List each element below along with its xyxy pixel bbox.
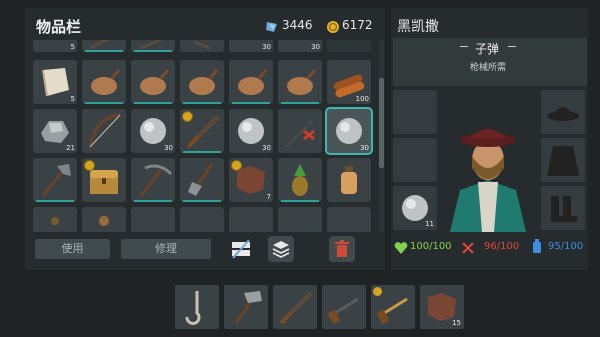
inventory-slot[interactable] — [131, 158, 175, 202]
waterskin-icon — [91, 69, 121, 95]
inventory-slot[interactable]: 5 — [33, 60, 77, 104]
character-portrait — [440, 120, 536, 232]
equip-slot-left-1[interactable] — [393, 90, 437, 134]
inventory-slot[interactable] — [131, 40, 175, 52]
stack-layers-icon[interactable] — [268, 236, 294, 262]
waterskin-icon — [189, 69, 219, 95]
waterskin-icon — [238, 69, 268, 95]
broken-musket-icon — [284, 119, 315, 149]
repair-button[interactable]: 修理 — [121, 239, 211, 259]
inventory-slot[interactable] — [327, 207, 371, 232]
shovel-icon — [188, 163, 214, 196]
health-icon — [394, 240, 408, 254]
inventory-scrollbar[interactable] — [379, 40, 384, 232]
inventory-slot[interactable] — [180, 109, 224, 153]
equip-slot-body[interactable] — [541, 138, 585, 182]
coat-icon — [547, 146, 579, 176]
inventory-slot[interactable] — [82, 40, 126, 52]
inventory-title: 物品栏 — [36, 18, 82, 36]
divider — [508, 46, 516, 47]
equip-slot-feet[interactable] — [541, 186, 585, 230]
inventory-slot[interactable] — [278, 60, 322, 104]
inventory-slot[interactable]: 21 — [33, 109, 77, 153]
divider — [460, 46, 468, 47]
inventory-slot[interactable] — [82, 60, 126, 104]
hunger-value: 96/100 — [484, 241, 520, 252]
hotbar-slot-5[interactable] — [371, 285, 415, 329]
thirst-value: 95/100 — [548, 241, 584, 252]
hotbar-slot-4[interactable] — [322, 285, 366, 329]
lantern-icon — [341, 166, 357, 194]
inventory-slot[interactable] — [180, 60, 224, 104]
selected-item-desc: 枪械所需 — [470, 63, 507, 73]
inventory-slot[interactable] — [278, 207, 322, 232]
hat-icon — [547, 107, 579, 121]
scrollbar-thumb[interactable] — [379, 78, 384, 168]
inventory-slot[interactable] — [82, 109, 126, 153]
rarity-badge-icon — [373, 287, 382, 296]
boots-icon — [551, 196, 577, 222]
inventory-slot[interactable] — [278, 158, 322, 202]
inventory-slot[interactable]: 30 — [278, 40, 322, 52]
equip-slot-head[interactable] — [541, 90, 585, 134]
selected-item-name: 子弹 — [475, 42, 500, 56]
waterskin-icon — [140, 69, 170, 95]
inventory-slot[interactable]: 100 — [327, 60, 371, 104]
hook-icon — [185, 291, 201, 325]
inventory-slot[interactable]: 5 — [33, 40, 77, 52]
inventory-slot[interactable] — [82, 207, 126, 232]
trash-icon[interactable] — [329, 236, 355, 262]
inventory-slot[interactable] — [180, 158, 224, 202]
inventory-slot[interactable] — [131, 60, 175, 104]
hunger-icon — [461, 240, 475, 254]
inventory-slot[interactable]: 7 — [229, 158, 273, 202]
waterskin-icon — [287, 69, 317, 95]
flintlock-pistol-icon — [327, 297, 359, 325]
use-button[interactable]: 使用 — [35, 239, 110, 259]
equip-slot-ammo[interactable]: 11 — [393, 186, 437, 230]
inventory-slot[interactable]: 30 — [229, 109, 273, 153]
inventory-slot[interactable] — [131, 207, 175, 232]
hotbar-slot-6[interactable]: 15 — [420, 285, 464, 329]
equip-slot-left-2[interactable] — [393, 138, 437, 182]
inventory-slot[interactable] — [180, 207, 224, 232]
pickaxe-icon — [139, 164, 173, 197]
diamond-currency-value: 3446 — [282, 18, 313, 32]
hotbar-slot-1[interactable] — [175, 285, 219, 329]
inventory-slot[interactable]: 30 — [229, 40, 273, 52]
axe-icon — [41, 164, 71, 197]
diamond-icon — [265, 19, 279, 33]
coin-icon — [326, 19, 340, 33]
musket-icon — [186, 115, 220, 149]
ammo-count: 11 — [425, 220, 434, 228]
hotbar-slot-2[interactable] — [224, 285, 268, 329]
musket-icon — [279, 291, 313, 325]
thirst-icon — [530, 239, 544, 254]
inventory-slot[interactable] — [229, 207, 273, 232]
hotbar-count: 15 — [452, 319, 461, 327]
inventory-slot[interactable] — [278, 109, 322, 153]
pineapple-icon — [292, 164, 308, 196]
inventory-slot-selected[interactable]: 30 — [325, 107, 373, 155]
bow-icon — [88, 113, 121, 148]
coin-currency-value: 6172 — [342, 18, 373, 32]
split-stack-icon[interactable] — [230, 238, 252, 260]
inventory-slot[interactable] — [33, 207, 77, 232]
stone-hammer-icon — [234, 291, 262, 324]
inventory-slot[interactable] — [82, 158, 126, 202]
hotbar-slot-3[interactable] — [273, 285, 317, 329]
inventory-grid[interactable]: 5 30 30 5 100 21 30 30 30 7 — [33, 40, 375, 232]
inventory-slot[interactable] — [33, 158, 77, 202]
inventory-slot[interactable] — [327, 158, 371, 202]
character-name: 黑凯撒 — [397, 19, 439, 35]
treasure-chest-icon — [90, 170, 118, 194]
inventory-slot[interactable] — [180, 40, 224, 52]
health-value: 100/100 — [410, 241, 452, 252]
inventory-slot-empty[interactable] — [327, 40, 371, 52]
inventory-slot[interactable]: 30 — [131, 109, 175, 153]
inventory-slot[interactable] — [229, 60, 273, 104]
